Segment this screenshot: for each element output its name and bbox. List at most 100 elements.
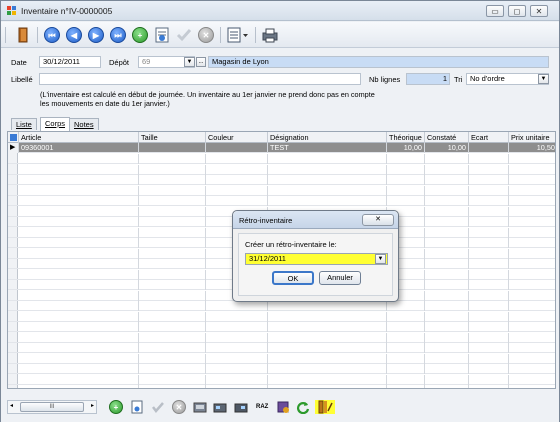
empty-cell[interactable] [268,185,387,196]
edit-line-button[interactable] [130,400,144,414]
empty-cell[interactable] [206,301,268,311]
empty-cell[interactable] [139,227,206,238]
add-record-button[interactable]: + [130,25,150,45]
empty-cell[interactable] [469,290,509,301]
empty-cell[interactable] [139,290,206,301]
col-ecart[interactable]: Ecart [469,132,509,143]
barcode-scanner-button[interactable] [193,400,207,414]
empty-cell[interactable] [425,217,469,227]
recalculate-button[interactable] [276,400,290,414]
empty-cell[interactable] [206,185,268,196]
empty-cell[interactable] [425,185,469,196]
empty-cell[interactable] [387,353,425,364]
tab-corps[interactable]: Corps [40,117,71,131]
empty-cell[interactable] [206,175,268,185]
validate-button[interactable] [174,25,194,45]
empty-cell[interactable] [206,364,268,374]
retro-date-dropdown-arrow[interactable]: ▼ [375,254,386,264]
empty-cell[interactable] [469,185,509,196]
retro-date-field[interactable]: 31/12/2011 [245,253,388,265]
empty-cell[interactable] [19,280,139,290]
empty-cell[interactable] [425,164,469,175]
empty-cell[interactable] [425,154,469,164]
cell-couleur[interactable] [206,143,268,153]
horizontal-scrollbar[interactable]: ◂ III ▸ [7,400,97,414]
next-record-button[interactable]: ▶ [86,25,106,45]
col-taille[interactable]: Taille [139,132,206,143]
empty-cell[interactable] [268,196,387,206]
empty-row[interactable] [8,385,555,388]
empty-cell[interactable] [19,196,139,206]
empty-cell[interactable] [425,196,469,206]
empty-cell[interactable] [139,385,206,388]
empty-row[interactable] [8,343,555,353]
empty-cell[interactable] [509,322,555,332]
empty-row[interactable] [8,332,555,343]
cell-taille[interactable] [139,143,206,153]
refresh-button[interactable] [296,400,310,415]
empty-cell[interactable] [469,311,509,322]
empty-cell[interactable] [509,175,555,185]
empty-cell[interactable] [139,164,206,175]
empty-cell[interactable] [469,269,509,280]
empty-cell[interactable] [387,364,425,374]
empty-row[interactable] [8,164,555,175]
empty-cell[interactable] [206,385,268,388]
empty-cell[interactable] [387,374,425,385]
empty-cell[interactable] [206,196,268,206]
cell-constate[interactable]: 10,00 [425,143,469,153]
empty-cell[interactable] [469,280,509,290]
empty-cell[interactable] [268,343,387,353]
cell-theorique[interactable]: 10,00 [387,143,425,153]
empty-cell[interactable] [509,333,555,343]
empty-cell[interactable] [206,353,268,364]
empty-cell[interactable] [19,290,139,301]
first-record-button[interactable]: ⏮ [42,25,62,45]
empty-cell[interactable] [509,249,555,259]
empty-cell[interactable] [268,374,387,385]
empty-cell[interactable] [19,248,139,259]
empty-cell[interactable] [139,175,206,185]
empty-cell[interactable] [139,332,206,343]
empty-row[interactable] [8,374,555,385]
previous-record-button[interactable]: ◀ [64,25,84,45]
empty-cell[interactable] [509,280,555,290]
empty-cell[interactable] [509,270,555,280]
empty-cell[interactable] [425,290,469,301]
empty-cell[interactable] [469,164,509,175]
raz-button[interactable]: RAZ [256,400,272,414]
dialog-close-button[interactable]: ✕ [362,214,394,226]
empty-cell[interactable] [19,259,139,269]
empty-cell[interactable] [139,269,206,280]
empty-cell[interactable] [469,332,509,343]
empty-cell[interactable] [469,353,509,364]
libelle-field[interactable] [39,73,361,85]
empty-cell[interactable] [19,206,139,217]
col-couleur[interactable]: Couleur [206,132,268,143]
empty-cell[interactable] [268,301,387,311]
empty-cell[interactable] [19,353,139,364]
empty-cell[interactable] [206,311,268,322]
empty-cell[interactable] [139,322,206,332]
empty-cell[interactable] [19,364,139,374]
select-all-cell[interactable] [8,132,19,143]
empty-cell[interactable] [387,343,425,353]
empty-cell[interactable] [469,364,509,374]
col-constate[interactable]: Constaté [425,132,469,143]
depot-browse-button[interactable]: ... [196,57,206,67]
empty-cell[interactable] [469,206,509,217]
empty-cell[interactable] [19,322,139,332]
empty-cell[interactable] [139,364,206,374]
cell-ecart[interactable] [469,143,509,153]
empty-cell[interactable] [469,175,509,185]
delete-line-button[interactable]: ✕ [172,400,186,414]
empty-cell[interactable] [469,154,509,164]
empty-cell[interactable] [19,311,139,322]
empty-cell[interactable] [469,301,509,311]
empty-cell[interactable] [469,238,509,248]
empty-cell[interactable] [509,207,555,217]
empty-cell[interactable] [425,374,469,385]
empty-cell[interactable] [268,175,387,185]
empty-cell[interactable] [425,301,469,311]
scroll-thumb[interactable]: III [20,402,84,412]
